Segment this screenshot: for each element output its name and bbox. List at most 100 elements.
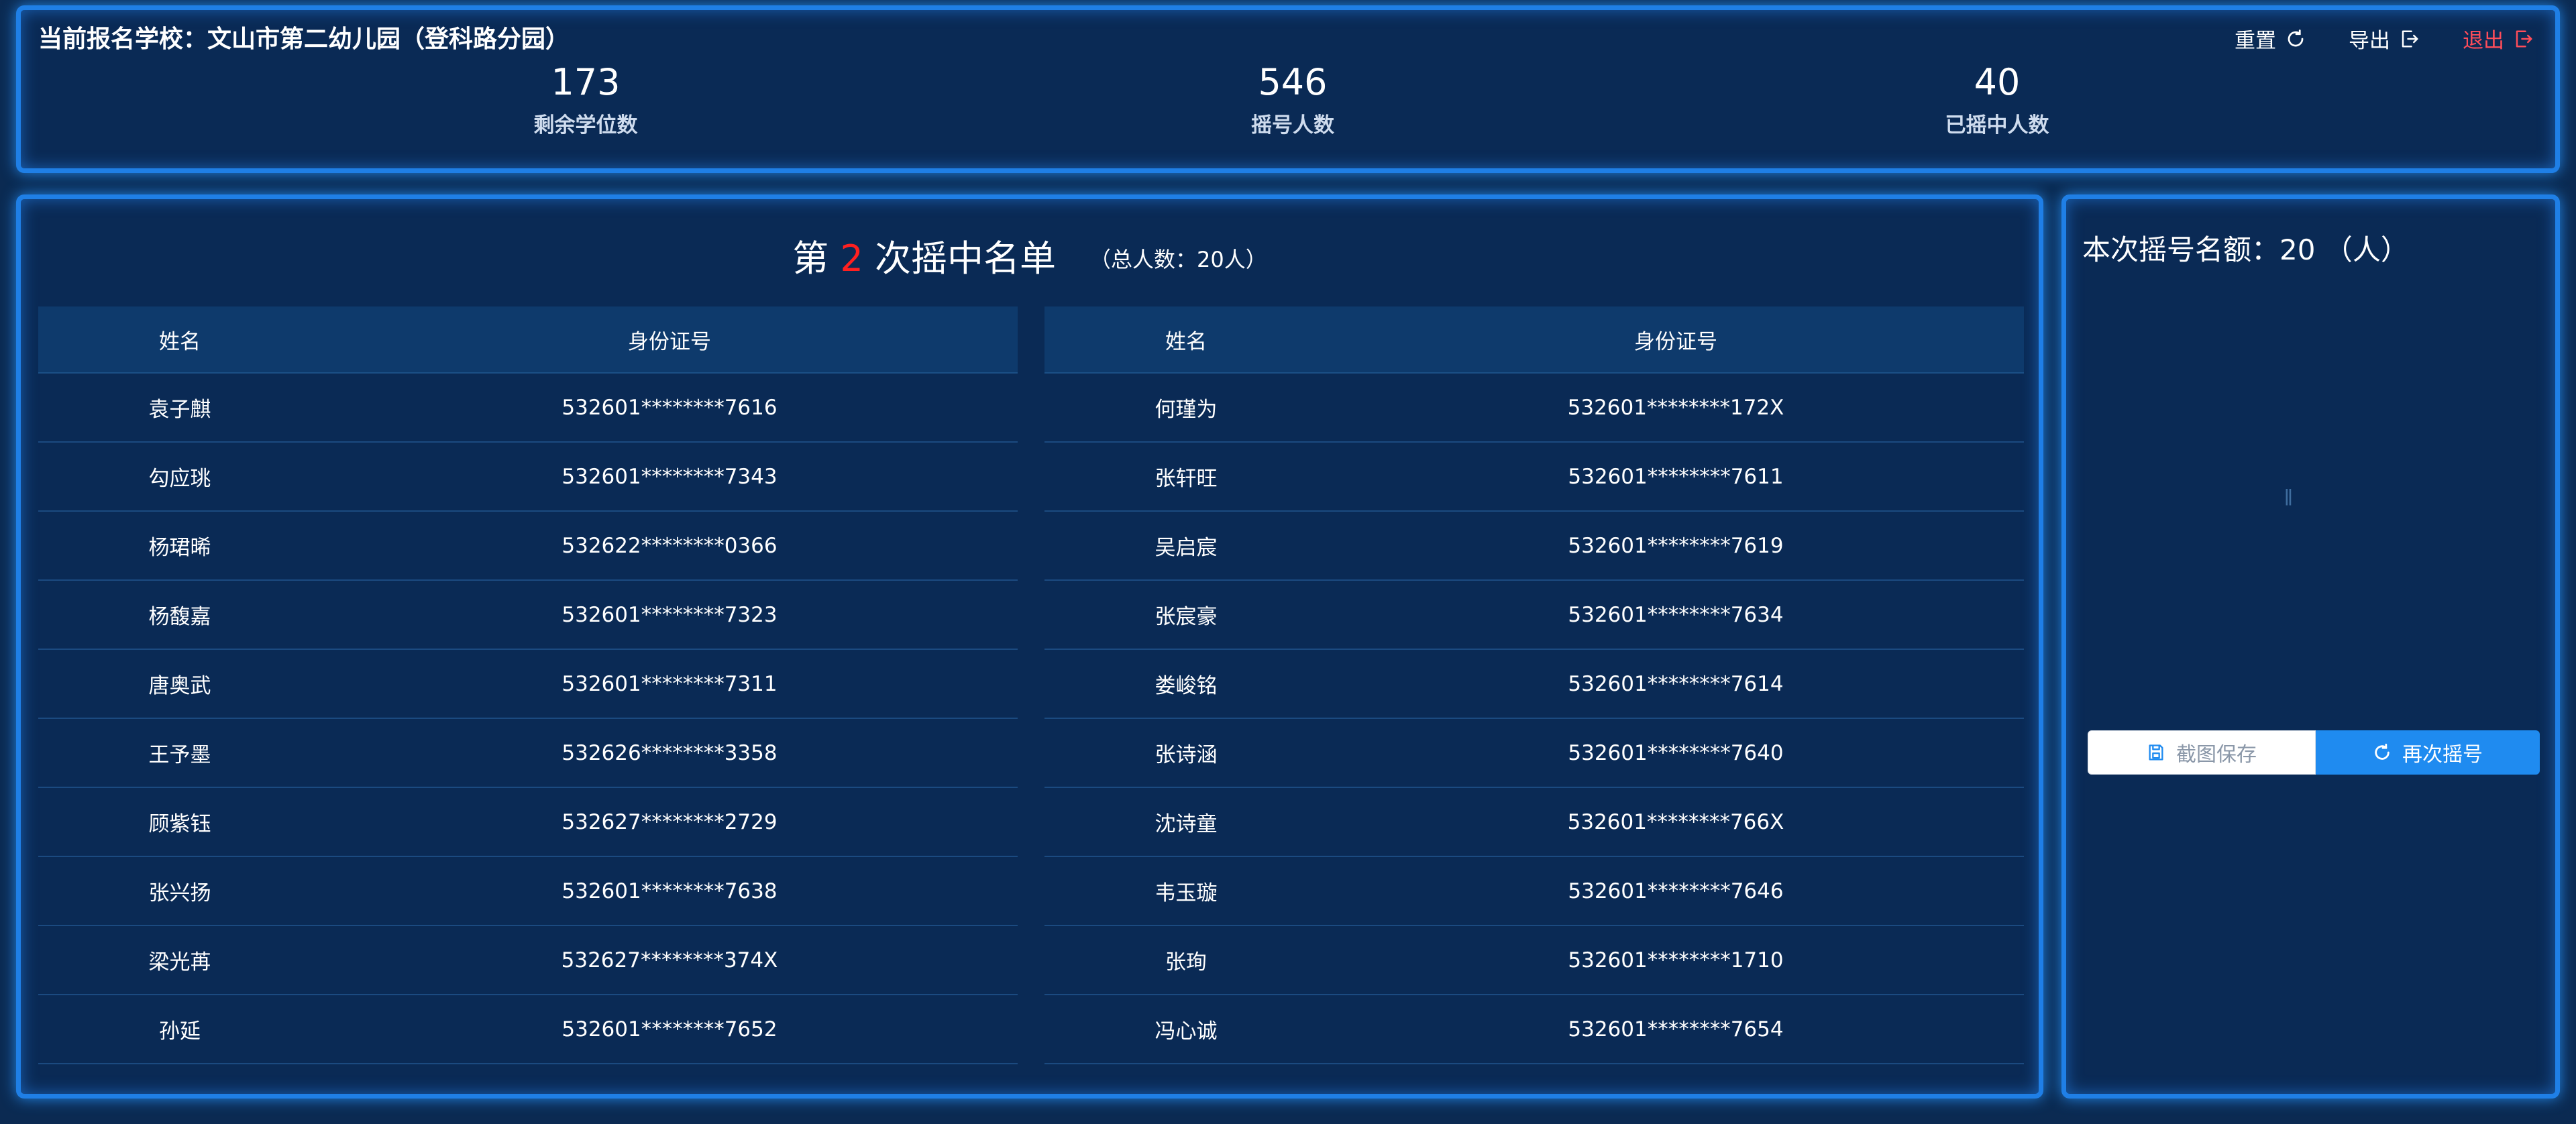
header-actions: 重置 导出 退出 [2235, 23, 2534, 54]
table-row: 张诗涵 532601********7640 [1044, 718, 2024, 788]
student-name: 何瑾为 [1044, 373, 1328, 443]
winner-list-panel: 第 2 次摇中名单 （总人数：20人） 姓名 身份证号 袁子麒 532601****… [16, 194, 2043, 1099]
table-row: 何瑾为 532601********172X [1044, 373, 2024, 443]
student-name: 张诗涵 [1044, 718, 1328, 788]
student-id: 532601********7638 [321, 856, 1018, 926]
current-school-title: 当前报名学校：文山市第二幼儿园（登科路分园） [38, 19, 570, 54]
reset-label: 重置 [2235, 29, 2276, 53]
student-id: 532627********2729 [321, 787, 1018, 857]
stat-drawn: 40 已摇中人数 [1856, 62, 2138, 138]
student-id: 532601********7634 [1328, 580, 2024, 650]
student-id: 532601********7619 [1328, 511, 2024, 581]
student-id: 532601********1710 [1328, 925, 2024, 995]
table-row: 梁光苒 532627********374X [38, 925, 1018, 995]
student-id: 532601********7654 [1328, 995, 2024, 1064]
winner-table-left: 姓名 身份证号 袁子麒 532601********7616 勾应珧 532601*… [38, 306, 1018, 1064]
student-id: 532601********7646 [1328, 856, 2024, 926]
round-suffix: 次摇中名单 [874, 237, 1056, 280]
student-name: 韦玉璇 [1044, 856, 1328, 926]
student-id: 532601********172X [1328, 373, 2024, 443]
school-prefix: 当前报名学校： [38, 25, 208, 53]
quota-text: 本次摇号名额：20 （人） [2082, 227, 2409, 268]
student-id: 532626********3358 [321, 718, 1018, 788]
stat-remaining-seats: 173 剩余学位数 [445, 62, 727, 138]
round-number: 2 [840, 237, 863, 280]
remaining-seats-value: 173 [551, 61, 621, 103]
table-row: 唐奥武 532601********7311 [38, 649, 1018, 719]
table-row: 张兴扬 532601********7638 [38, 856, 1018, 926]
header-panel: 当前报名学校：文山市第二幼儿园（登科路分园） 重置 导出 退出 173 剩余学位… [16, 5, 2560, 173]
student-id: 532601********766X [1328, 787, 2024, 857]
quota-label: 本次摇号名额： [2082, 233, 2280, 266]
quota-unit: （人） [2324, 233, 2409, 266]
redraw-button[interactable]: 再次摇号 [2316, 730, 2540, 775]
student-id: 532601********7323 [321, 580, 1018, 650]
table-row: 张珣 532601********1710 [1044, 925, 2024, 995]
stat-applicants: 546 摇号人数 [1152, 62, 1434, 138]
winner-table-right: 姓名 身份证号 何瑾为 532601********172X 张轩旺 532601*… [1044, 306, 2024, 1064]
refresh-icon [2375, 743, 2390, 760]
student-name: 孙延 [38, 995, 321, 1064]
student-name: 杨馥嘉 [38, 580, 321, 650]
logout-button[interactable]: 退出 [2463, 23, 2534, 54]
student-name: 梁光苒 [38, 925, 321, 995]
table-row: 冯心诚 532601********7654 [1044, 995, 2024, 1064]
student-id: 532601********7652 [321, 995, 1018, 1064]
table-row: 孙延 532601********7652 [38, 995, 1018, 1064]
student-name: 张轩旺 [1044, 442, 1328, 512]
student-name: 勾应珧 [38, 442, 321, 512]
student-name: 王予墨 [38, 718, 321, 788]
table-header-row: 姓名 身份证号 [38, 306, 1018, 374]
student-name: 唐奥武 [38, 649, 321, 719]
table-row: 袁子麒 532601********7616 [38, 373, 1018, 443]
name-column-header: 姓名 [1044, 306, 1328, 374]
export-label: 导出 [2349, 29, 2390, 53]
table-header-row: 姓名 身份证号 [1044, 306, 2024, 374]
save-icon [2149, 744, 2163, 761]
student-id: 532627********374X [321, 925, 1018, 995]
student-name: 张珣 [1044, 925, 1328, 995]
applicants-value: 546 [1258, 61, 1328, 103]
save-label: 截图保存 [2176, 743, 2257, 767]
student-name: 袁子麒 [38, 373, 321, 443]
student-id: 532601********7640 [1328, 718, 2024, 788]
table-row: 王予墨 532626********3358 [38, 718, 1018, 788]
table-row: 韦玉璇 532601********7646 [1044, 856, 2024, 926]
logout-label: 退出 [2463, 29, 2504, 53]
reset-button[interactable]: 重置 [2235, 23, 2306, 54]
table-row: 吴启宸 532601********7619 [1044, 511, 2024, 581]
table-row: 勾应珧 532601********7343 [38, 442, 1018, 512]
remaining-seats-label: 剩余学位数 [533, 113, 638, 137]
table-row: 沈诗童 532601********766X [1044, 787, 2024, 857]
student-id: 532601********7343 [321, 442, 1018, 512]
student-name: 杨珺晞 [38, 511, 321, 581]
refresh-icon [2288, 29, 2304, 46]
quota-value: 20 [2279, 233, 2316, 266]
student-name: 吴启宸 [1044, 511, 1328, 581]
drawn-value: 40 [1974, 61, 2021, 103]
animation-placeholder: ǁ [2284, 486, 2293, 506]
school-name: 文山市第二幼儿园（登科路分园） [207, 25, 570, 53]
screenshot-save-button[interactable]: 截图保存 [2088, 730, 2316, 775]
table-row: 杨珺晞 532622********0366 [38, 511, 1018, 581]
applicants-label: 摇号人数 [1251, 113, 1334, 137]
table-row: 张宸豪 532601********7634 [1044, 580, 2024, 650]
student-name: 张兴扬 [38, 856, 321, 926]
redraw-label: 再次摇号 [2402, 743, 2483, 767]
round-title: 第 2 次摇中名单 （总人数：20人） [21, 229, 2039, 282]
name-column-header: 姓名 [38, 306, 321, 374]
student-id: 532601********7611 [1328, 442, 2024, 512]
student-name: 娄峻铭 [1044, 649, 1328, 719]
export-button[interactable]: 导出 [2349, 23, 2420, 54]
table-row: 杨馥嘉 532601********7323 [38, 580, 1018, 650]
round-total: （总人数：20人） [1089, 247, 1267, 272]
table-row: 顾紫钰 532627********2729 [38, 787, 1018, 857]
student-id: 532601********7614 [1328, 649, 2024, 719]
export-icon [2402, 30, 2418, 47]
student-id: 532622********0366 [321, 511, 1018, 581]
student-name: 张宸豪 [1044, 580, 1328, 650]
table-row: 张轩旺 532601********7611 [1044, 442, 2024, 512]
student-id: 532601********7311 [321, 649, 1018, 719]
student-name: 冯心诚 [1044, 995, 1328, 1064]
round-prefix: 第 [792, 237, 829, 280]
